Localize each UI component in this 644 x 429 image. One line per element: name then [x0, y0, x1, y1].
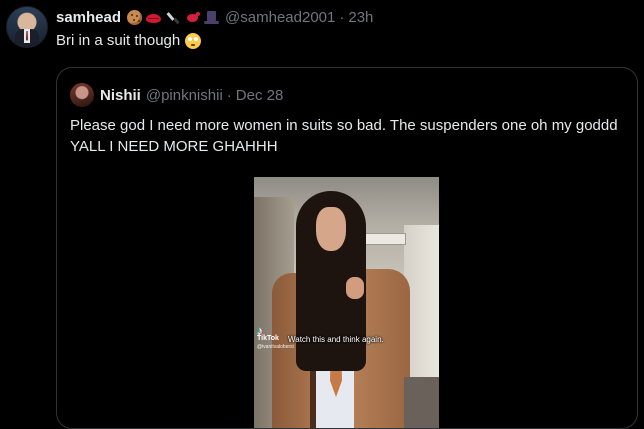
- tiktok-username: @ivanitvalobersi: [257, 344, 294, 350]
- tiktok-icon: ♪: [257, 324, 263, 338]
- video-table: [404, 377, 439, 428]
- quoted-author-avatar: [70, 83, 94, 107]
- separator-dot: ·: [339, 8, 345, 26]
- quoted-author-handle: @pinknishii: [145, 86, 223, 104]
- author-avatar[interactable]: [6, 6, 48, 48]
- tweet-text: Bri in a suit though: [56, 32, 181, 49]
- video-hand: [346, 277, 364, 299]
- author-handle[interactable]: @samhead2001: [225, 9, 335, 26]
- quoted-tweet-video[interactable]: ♪ TikTok @ivanitvalobersi Watch this and…: [254, 177, 439, 428]
- video-face: [316, 207, 346, 251]
- tiktok-brand: TikTok: [257, 335, 279, 342]
- quoted-author-name: Nishii: [100, 86, 141, 104]
- author-emoji-list: [127, 9, 220, 25]
- red-bird-icon: [185, 10, 201, 25]
- top-hat-icon: [204, 10, 220, 25]
- lips-icon: [146, 13, 162, 23]
- tweet-header: samhead @samhead2001 · 23h: [56, 7, 373, 27]
- video-ac-unit: [364, 233, 406, 245]
- quoted-tweet-date: Dec 28: [235, 86, 284, 104]
- tweet[interactable]: samhead @samhead2001 · 23h Bri in a suit…: [0, 0, 644, 429]
- quoted-separator-dot: ·: [226, 86, 232, 104]
- quoted-tweet-text: Please god I need more women in suits so…: [70, 117, 618, 155]
- cookie-icon: [127, 9, 143, 25]
- tweet-text-container: Bri in a suit though: [56, 32, 202, 49]
- quoted-tweet[interactable]: Nishii @pinknishii · Dec 28 Please god I…: [56, 67, 638, 429]
- author-name[interactable]: samhead: [56, 9, 121, 26]
- quoted-tweet-header: Nishii @pinknishii · Dec 28: [70, 83, 283, 107]
- video-caption: Watch this and think again.: [288, 335, 384, 344]
- knife-icon: [165, 10, 181, 25]
- flushed-face-icon: [185, 32, 202, 49]
- tweet-time[interactable]: 23h: [348, 9, 373, 26]
